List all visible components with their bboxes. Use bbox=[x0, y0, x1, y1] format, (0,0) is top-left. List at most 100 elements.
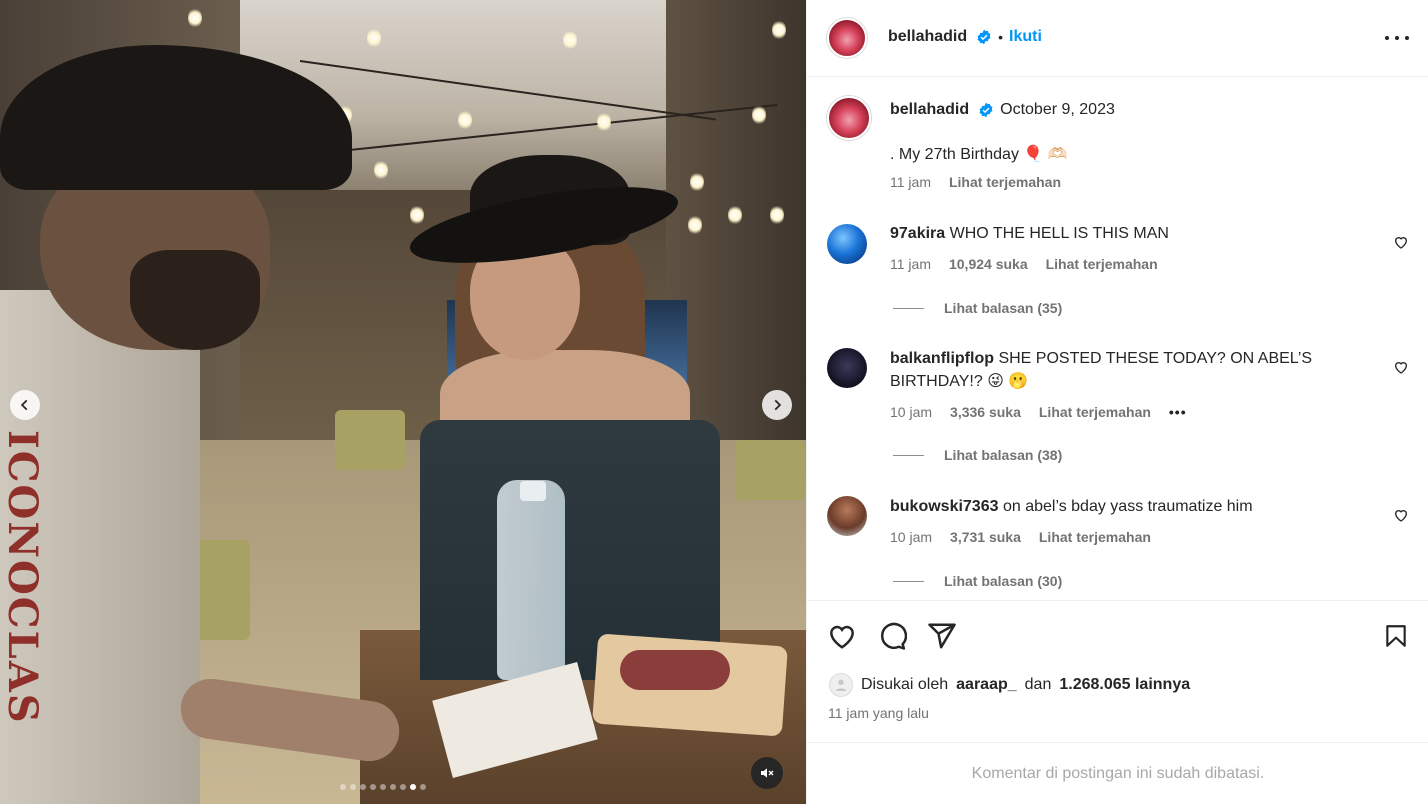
likes-prefix: Disukai oleh bbox=[861, 676, 949, 693]
follow-button[interactable]: Ikuti bbox=[1009, 28, 1042, 46]
bottle-cap bbox=[520, 481, 546, 501]
comment: balkanflipflop SHE POSTED THESE TODAY? O… bbox=[827, 347, 1409, 467]
post-header: bellahadid • Ikuti bbox=[807, 0, 1428, 77]
comments-limited-notice: Komentar di postingan ini sudah dibatasi… bbox=[807, 742, 1428, 804]
view-replies-button[interactable]: Lihat balasan (30) bbox=[893, 573, 1062, 589]
comment-translate-link[interactable]: Lihat terjemahan bbox=[1046, 256, 1158, 272]
likes-count[interactable]: 1.268.065 lainnya bbox=[1059, 676, 1190, 694]
carousel-dot bbox=[360, 784, 366, 790]
light-bulb bbox=[728, 205, 742, 225]
caption-username[interactable]: bellahadid bbox=[890, 98, 969, 121]
mute-button[interactable] bbox=[751, 757, 783, 789]
comment-likes[interactable]: 10,924 suka bbox=[949, 256, 1028, 272]
replies-line bbox=[893, 454, 924, 456]
comment-likes[interactable]: 3,731 suka bbox=[950, 529, 1021, 545]
comment-time: 11 jam bbox=[890, 256, 931, 272]
view-replies-button[interactable]: Lihat balasan (35) bbox=[893, 300, 1062, 316]
share-send-icon[interactable] bbox=[927, 621, 957, 651]
caption-time: 11 jam bbox=[890, 174, 931, 190]
light-bulb bbox=[597, 112, 611, 132]
speaker-muted-icon bbox=[761, 768, 774, 778]
water-bottle bbox=[497, 480, 565, 680]
view-replies-label: Lihat balasan (35) bbox=[944, 300, 1063, 316]
more-horizontal-icon bbox=[1405, 36, 1409, 40]
next-slide-button[interactable] bbox=[762, 390, 792, 420]
man-beard bbox=[130, 250, 260, 350]
comment-avatar[interactable] bbox=[827, 496, 867, 536]
light-bulb bbox=[374, 160, 388, 180]
carousel-dot bbox=[350, 784, 356, 790]
comment-avatar[interactable] bbox=[827, 224, 867, 264]
light-bulb bbox=[458, 110, 472, 130]
like-heart-icon[interactable] bbox=[827, 621, 857, 651]
caption: bellahadid October 9, 2023 . My 27th Bir… bbox=[827, 96, 1409, 196]
post-sidebar: bellahadid • Ikuti bellahadid October 9,… bbox=[806, 0, 1428, 804]
comment: bukowski7363 on abel’s bday yass traumat… bbox=[827, 495, 1409, 595]
light-bulb bbox=[367, 28, 381, 48]
carousel-dots bbox=[340, 784, 426, 790]
comment-avatar[interactable] bbox=[827, 348, 867, 388]
view-replies-button[interactable]: Lihat balasan (38) bbox=[893, 447, 1062, 463]
comment-username[interactable]: bukowski7363 bbox=[890, 498, 999, 515]
caption-text: . My 27th Birthday 🎈 🫶🏻 bbox=[890, 146, 1068, 163]
carousel-dot bbox=[340, 784, 346, 790]
view-replies-label: Lihat balasan (30) bbox=[944, 573, 1063, 589]
caption-translate-link[interactable]: Lihat terjemahan bbox=[949, 174, 1061, 190]
carousel-dot bbox=[380, 784, 386, 790]
comment-bubble-icon[interactable] bbox=[877, 621, 907, 651]
carousel-dot bbox=[390, 784, 396, 790]
light-bulb bbox=[690, 172, 704, 192]
liker-avatar[interactable] bbox=[829, 673, 853, 697]
carousel-dot bbox=[400, 784, 406, 790]
replies-line bbox=[893, 307, 924, 309]
likes-and: dan bbox=[1024, 676, 1052, 693]
comment-text: WHO THE HELL IS THIS MAN bbox=[949, 225, 1169, 242]
more-horizontal-icon bbox=[1385, 36, 1389, 40]
light-bulb bbox=[688, 215, 702, 235]
liker-username[interactable]: aaraap_ bbox=[956, 676, 1017, 694]
light-bulb bbox=[563, 30, 577, 50]
more-options-button[interactable] bbox=[1385, 28, 1409, 48]
light-bulb bbox=[772, 20, 786, 40]
hay-bale bbox=[335, 410, 405, 470]
comment-more-options[interactable]: ••• bbox=[1169, 404, 1187, 420]
food bbox=[620, 650, 730, 690]
previous-slide-button[interactable] bbox=[10, 390, 40, 420]
comment-like-heart-icon[interactable] bbox=[1393, 359, 1409, 375]
replies-line bbox=[893, 580, 924, 582]
chevron-right-icon bbox=[774, 399, 782, 411]
likes-summary: Disukai oleh aaraap_ dan 1.268.065 lainn… bbox=[829, 673, 1190, 697]
comment-likes[interactable]: 3,336 suka bbox=[950, 404, 1021, 420]
view-replies-label: Lihat balasan (38) bbox=[944, 447, 1063, 463]
post-media[interactable]: ICONOCLAS bbox=[0, 0, 806, 804]
verified-badge-icon bbox=[977, 29, 991, 45]
comment-like-heart-icon[interactable] bbox=[1393, 234, 1409, 250]
comment-translate-link[interactable]: Lihat terjemahan bbox=[1039, 529, 1151, 545]
comment-text: on abel’s bday yass traumatize him bbox=[1002, 498, 1253, 515]
comment-like-heart-icon[interactable] bbox=[1393, 507, 1409, 523]
carousel-dot bbox=[420, 784, 426, 790]
post-time-ago[interactable]: 11 jam yang lalu bbox=[828, 705, 929, 721]
carousel-dot bbox=[370, 784, 376, 790]
light-bulb bbox=[410, 205, 424, 225]
save-bookmark-icon[interactable] bbox=[1383, 621, 1409, 651]
post-actions: Disukai oleh aaraap_ dan 1.268.065 lainn… bbox=[807, 600, 1428, 742]
caption-date: October 9, 2023 bbox=[1000, 101, 1115, 118]
header-separator: • bbox=[998, 29, 1004, 45]
verified-badge-icon bbox=[979, 102, 993, 117]
comment: 97akira WHO THE HELL IS THIS MAN 11 jam … bbox=[827, 222, 1409, 322]
hay-bale bbox=[735, 440, 805, 500]
chevron-left-icon bbox=[20, 399, 28, 411]
sleeve-text: ICONOCLAS bbox=[0, 430, 46, 725]
comment-time: 10 jam bbox=[890, 529, 933, 545]
comment-translate-link[interactable]: Lihat terjemahan bbox=[1039, 404, 1151, 420]
author-avatar[interactable] bbox=[827, 18, 867, 58]
author-username[interactable]: bellahadid bbox=[888, 28, 967, 46]
comment-username[interactable]: 97akira bbox=[890, 225, 945, 242]
more-horizontal-icon bbox=[1395, 36, 1399, 40]
user-icon bbox=[835, 679, 847, 691]
comment-username[interactable]: balkanflipflop bbox=[890, 350, 994, 367]
caption-avatar[interactable] bbox=[827, 96, 871, 140]
comment-time: 10 jam bbox=[890, 404, 933, 420]
light-bulb bbox=[770, 205, 784, 225]
